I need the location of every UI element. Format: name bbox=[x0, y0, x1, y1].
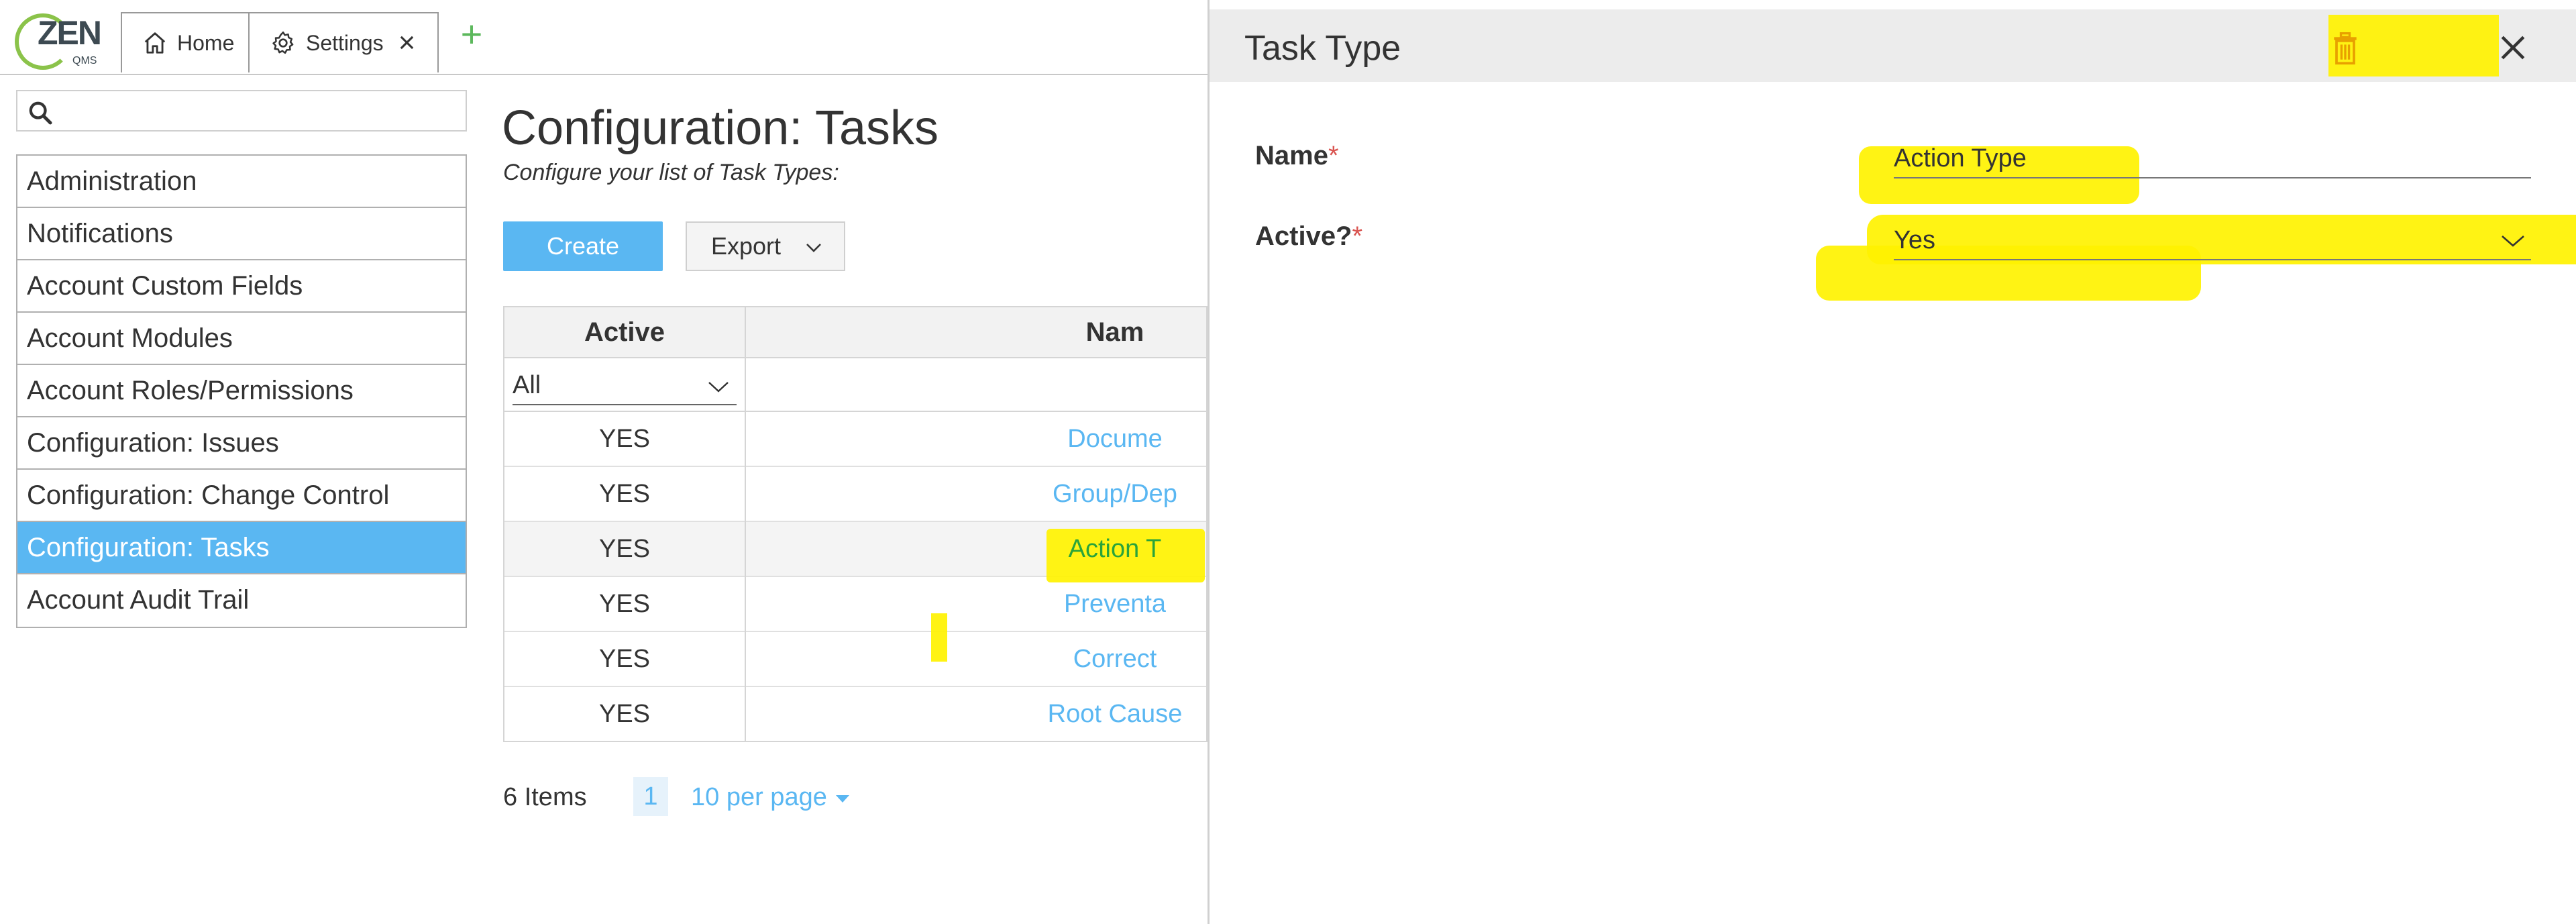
column-header-name[interactable]: Nam bbox=[746, 307, 1206, 357]
chevron-down-icon bbox=[806, 244, 821, 252]
name-label-text: Name bbox=[1255, 141, 1328, 170]
panel-title: Task Type bbox=[1244, 29, 1401, 68]
create-button[interactable]: Create bbox=[503, 221, 663, 271]
active-cell: YES bbox=[598, 590, 651, 618]
chevron-down-icon bbox=[2502, 236, 2524, 247]
active-cell: YES bbox=[598, 535, 651, 563]
task-type-link[interactable]: Group/Dep bbox=[746, 467, 1206, 521]
active-cell: YES bbox=[598, 480, 651, 508]
required-asterisk: * bbox=[1352, 221, 1363, 251]
task-type-link[interactable]: Root Cause bbox=[746, 687, 1206, 741]
table-row[interactable]: YES Preventa bbox=[504, 577, 1206, 632]
trash-icon[interactable] bbox=[2330, 31, 2361, 66]
active-field-label: Active?* bbox=[1255, 221, 1362, 252]
tab-home-label: Home bbox=[177, 30, 235, 55]
tab-settings[interactable]: Settings × bbox=[250, 12, 439, 72]
sidebar-item-account-custom-fields[interactable]: Account Custom Fields bbox=[17, 260, 466, 313]
active-select-value: Yes bbox=[1894, 226, 1935, 254]
active-select[interactable]: Yes bbox=[1894, 221, 2531, 260]
zenqms-logo: ZEN QMS bbox=[15, 8, 109, 70]
task-types-grid: Active Nam All YES Docume YES Group/Dep … bbox=[503, 306, 1208, 742]
name-field-label: Name* bbox=[1255, 141, 1339, 171]
active-cell: YES bbox=[598, 425, 651, 453]
table-row[interactable]: YES Root Cause bbox=[504, 687, 1206, 741]
active-filter-select[interactable]: All bbox=[513, 368, 737, 405]
logo-text: ZEN bbox=[38, 14, 102, 52]
name-input[interactable]: Action Type bbox=[1894, 140, 2531, 178]
table-row-selected[interactable]: YES Action T bbox=[504, 522, 1206, 582]
task-type-link[interactable]: Correct bbox=[746, 632, 1206, 686]
export-button[interactable]: Export bbox=[686, 221, 845, 271]
grid-header: Active Nam bbox=[504, 307, 1206, 358]
task-type-link[interactable]: Preventa bbox=[746, 577, 1206, 631]
close-icon[interactable] bbox=[2499, 34, 2527, 62]
column-divider bbox=[745, 307, 746, 741]
sidebar-item-account-modules[interactable]: Account Modules bbox=[17, 313, 466, 365]
add-tab-button[interactable]: + bbox=[453, 15, 490, 53]
active-cell: YES bbox=[598, 700, 651, 728]
column-header-active[interactable]: Active bbox=[504, 307, 745, 357]
required-asterisk: * bbox=[1328, 141, 1339, 170]
sidebar-item-configuration-change-control[interactable]: Configuration: Change Control bbox=[17, 470, 466, 522]
per-page-selector[interactable]: 10 per page bbox=[691, 777, 851, 817]
sidebar-item-administration[interactable]: Administration bbox=[17, 156, 466, 208]
sidebar-item-notifications[interactable]: Notifications bbox=[17, 208, 466, 260]
sidebar-item-configuration-issues[interactable]: Configuration: Issues bbox=[17, 417, 466, 470]
page-number-button[interactable]: 1 bbox=[633, 777, 668, 816]
sidebar-item-account-roles-permissions[interactable]: Account Roles/Permissions bbox=[17, 365, 466, 417]
panel-header: Task Type bbox=[1210, 9, 2576, 82]
close-tab-icon[interactable]: × bbox=[398, 28, 416, 58]
task-type-panel: Task Type Name* Action Type Active?* Yes bbox=[1208, 0, 2576, 924]
sidebar-search-input[interactable] bbox=[16, 90, 467, 132]
sidebar-item-account-audit-trail[interactable]: Account Audit Trail bbox=[17, 574, 466, 627]
sidebar-item-configuration-tasks[interactable]: Configuration: Tasks bbox=[17, 522, 466, 574]
active-filter-value: All bbox=[513, 371, 541, 399]
task-type-link[interactable]: Action T bbox=[746, 522, 1206, 576]
grid-filter-row: All bbox=[504, 358, 1206, 412]
caret-down-icon bbox=[836, 794, 850, 803]
table-row[interactable]: YES Group/Dep bbox=[504, 467, 1206, 522]
tab-settings-label: Settings bbox=[306, 30, 384, 55]
page-title: Configuration: Tasks bbox=[502, 101, 939, 155]
home-icon bbox=[144, 32, 166, 54]
highlighter-mark bbox=[931, 613, 947, 662]
gear-icon bbox=[272, 31, 294, 54]
table-row[interactable]: YES Correct bbox=[504, 632, 1206, 687]
items-count: 6 Items bbox=[503, 783, 587, 811]
chevron-down-icon bbox=[708, 382, 729, 393]
per-page-label: 10 per page bbox=[691, 783, 827, 811]
table-row[interactable]: YES Docume bbox=[504, 412, 1206, 467]
active-label-text: Active? bbox=[1255, 221, 1352, 251]
export-button-label: Export bbox=[711, 232, 782, 260]
logo-subtext: QMS bbox=[72, 55, 97, 66]
name-input-value: Action Type bbox=[1894, 144, 2027, 172]
page-subtitle: Configure your list of Task Types: bbox=[503, 160, 839, 185]
settings-sidebar: Administration Notifications Account Cus… bbox=[16, 154, 467, 628]
task-type-link[interactable]: Docume bbox=[746, 412, 1206, 466]
active-cell: YES bbox=[598, 645, 651, 673]
search-icon bbox=[29, 101, 52, 125]
tab-home[interactable]: Home bbox=[121, 12, 250, 72]
